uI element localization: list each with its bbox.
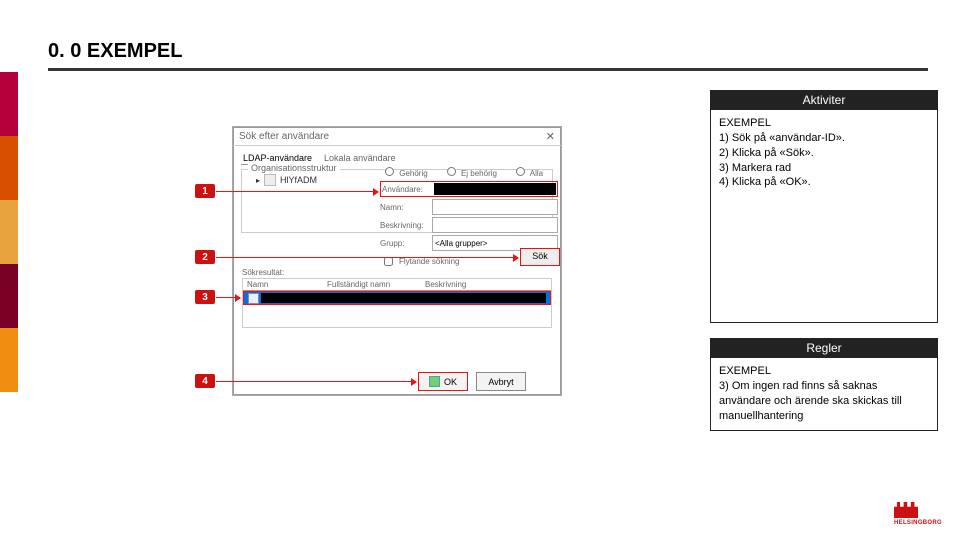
desc-input[interactable]	[432, 217, 558, 233]
check-alla[interactable]: Alla	[511, 164, 543, 178]
label-namn: Namn:	[380, 203, 432, 212]
cancel-button[interactable]: Avbryt	[476, 372, 526, 391]
ok-label: OK	[444, 377, 457, 387]
results-label: Sökresultat:	[242, 268, 284, 277]
col-fullname: Fullständigt namn	[323, 279, 421, 290]
col-namn: Namn	[243, 279, 323, 290]
dialog-title-text: Sök efter användare	[239, 131, 329, 142]
label-grupp: Grupp:	[380, 239, 432, 248]
result-row-highlight	[243, 291, 551, 305]
sidebar-color-stripes	[0, 72, 18, 392]
aktiviter-header: Aktiviter	[711, 91, 937, 110]
regler-panel: Regler EXEMPEL 3) Om ingen rad finns så …	[710, 338, 938, 431]
result-row[interactable]	[244, 292, 550, 304]
check-ejbehorig[interactable]: Ej behörig	[442, 164, 497, 178]
regler-body: EXEMPEL 3) Om ingen rad finns så saknas …	[711, 358, 937, 430]
user-icon	[248, 293, 259, 304]
ok-button[interactable]: OK	[418, 372, 468, 391]
step-marker-2: 2	[195, 250, 215, 264]
name-input[interactable]	[432, 199, 558, 215]
aktiviter-line: 1) Sök på «användar-ID».	[719, 131, 929, 146]
aktiviter-line: 2) Klicka på «Sök».	[719, 146, 929, 161]
search-button[interactable]: Sök	[520, 248, 560, 266]
arrow-3	[216, 297, 240, 298]
folder-icon	[264, 174, 276, 186]
arrow-1	[216, 191, 378, 192]
floating-search-checkbox[interactable]	[384, 257, 393, 266]
step-marker-1: 1	[195, 184, 215, 198]
results-table: Namn Fullständigt namn Beskrivning	[242, 278, 552, 328]
aktiviter-line: 3) Markera rad	[719, 161, 929, 176]
arrow-2	[216, 257, 518, 258]
result-cell-redacted	[261, 293, 546, 303]
aktiviter-panel: Aktiviter EXEMPEL 1) Sök på «användar-ID…	[710, 90, 938, 323]
close-icon[interactable]: ✕	[546, 130, 555, 143]
user-id-field-redacted[interactable]	[434, 183, 556, 195]
aktiviter-body: EXEMPEL 1) Sök på «användar-ID». 2) Klic…	[711, 110, 937, 322]
regler-line: 3) Om ingen rad finns så saknas användar…	[719, 379, 929, 424]
aktiviter-line: EXEMPEL	[719, 116, 929, 131]
label-anvandare: Användare:	[382, 185, 434, 194]
logo: HELSINGBORG	[894, 502, 942, 526]
check-icon	[429, 376, 440, 387]
castle-icon	[894, 502, 918, 518]
expand-icon[interactable]: ▸	[256, 176, 260, 185]
regler-line: EXEMPEL	[719, 364, 929, 379]
step-marker-3: 3	[195, 290, 215, 304]
check-gehorig[interactable]: Gehörig	[380, 164, 428, 178]
page-title: 0. 0 EXEMPEL	[48, 40, 183, 63]
floating-search-label: Flytande sökning	[399, 257, 459, 266]
title-underline	[48, 68, 928, 71]
label-beskrivning: Beskrivning:	[380, 221, 432, 230]
col-beskrivning: Beskrivning	[421, 279, 551, 290]
tree-item-label: HlYfADM	[280, 175, 317, 185]
logo-text: HELSINGBORG	[894, 520, 942, 526]
regler-header: Regler	[711, 339, 937, 358]
arrow-4	[216, 381, 416, 382]
aktiviter-line: 4) Klicka på «OK».	[719, 175, 929, 190]
panel-label-orgstruct: Organisationsstruktur	[248, 163, 340, 173]
step-marker-4: 4	[195, 374, 215, 388]
